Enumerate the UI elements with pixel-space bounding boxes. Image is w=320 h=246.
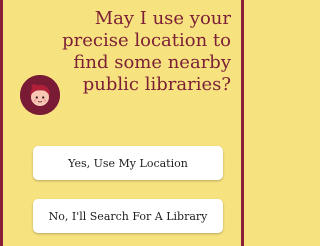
prompt-line-1: May I use your: [94, 8, 231, 29]
search-library-button-label: No, I'll Search For A Library: [48, 209, 208, 223]
location-prompt-text: May I use your precise location to find …: [46, 8, 231, 96]
use-location-button-label: Yes, Use My Location: [68, 156, 188, 170]
search-library-button[interactable]: No, I'll Search For A Library: [33, 199, 223, 233]
prompt-line-2: precise location to: [62, 30, 231, 51]
use-location-button[interactable]: Yes, Use My Location: [33, 146, 223, 180]
librarian-mascot-graphic: [20, 75, 60, 115]
location-permission-dialog: May I use your precise location to find …: [0, 0, 244, 246]
prompt-line-3: find some nearby: [73, 52, 231, 73]
librarian-mascot-icon: [20, 75, 60, 115]
prompt-line-4: public libraries?: [82, 74, 231, 95]
